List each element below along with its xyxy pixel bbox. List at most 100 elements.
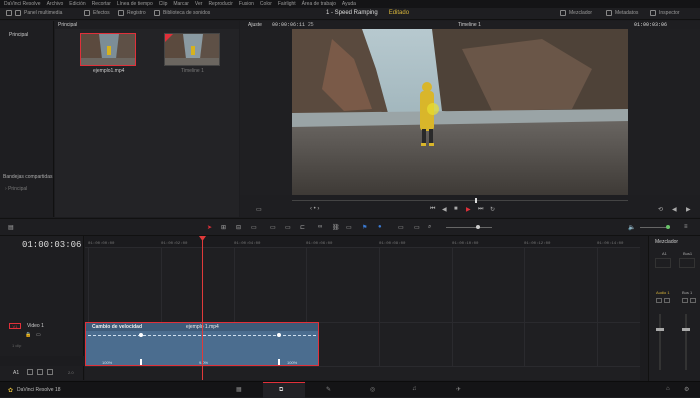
ripple-icon[interactable]: ▭ xyxy=(346,224,352,231)
playhead[interactable] xyxy=(202,236,203,380)
zoom-full-icon[interactable]: ▭ xyxy=(398,224,404,231)
menu-marcar[interactable]: Marcar xyxy=(173,1,189,7)
timeline-view-icon[interactable]: ▤ xyxy=(8,224,14,231)
ruler-tick-4: 01:00:08:00 xyxy=(379,242,406,246)
a1-solo-button[interactable] xyxy=(664,298,670,303)
menu-linea-tiempo[interactable]: Línea de tiempo xyxy=(117,1,153,7)
blade-tool-icon[interactable]: ⊟ xyxy=(236,224,241,231)
track-headers-panel: 01:00:03:06 V1 Video 1 🔒 ▭ 1 clip xyxy=(0,236,84,356)
marker-icon[interactable]: ● xyxy=(378,224,382,230)
viewer-zoom[interactable]: Ajuste xyxy=(248,22,262,28)
zoom-slider[interactable] xyxy=(446,227,492,228)
settings-icon[interactable]: ⚙ xyxy=(684,386,689,393)
edit-page-tab[interactable]: ⧉ xyxy=(263,382,305,398)
volume-handle[interactable] xyxy=(666,225,670,229)
link-icon[interactable]: ∞ xyxy=(318,224,322,230)
mixer-icon xyxy=(560,10,566,16)
fusion-page-icon[interactable]: ✎ xyxy=(326,386,331,393)
media-pool-button[interactable]: Panel multimedia xyxy=(6,10,62,16)
zoom-custom-icon[interactable]: ⌕ xyxy=(428,224,431,231)
next-frame-icon[interactable]: ▶ xyxy=(686,206,691,213)
menu-ver[interactable]: Ver xyxy=(195,1,203,7)
clip-thumbnail-1[interactable] xyxy=(80,33,136,66)
audio-solo-icon[interactable] xyxy=(37,369,43,375)
deliver-page-icon[interactable]: ✈ xyxy=(456,386,461,393)
scrubber-handle[interactable] xyxy=(475,198,477,203)
metadata-button[interactable]: Metadatos xyxy=(606,10,638,16)
menu-archivo[interactable]: Archivo xyxy=(47,1,64,7)
chain-icon[interactable]: ⛓ xyxy=(332,224,340,231)
play-icon[interactable]: ▶ xyxy=(466,206,471,213)
menu-recortar[interactable]: Recortar xyxy=(92,1,111,7)
effects-label: Efectos xyxy=(93,10,110,16)
viewer-area[interactable] xyxy=(240,29,700,195)
zoom-detail-icon[interactable]: ▭ xyxy=(414,224,420,231)
bus1-eq-icon[interactable] xyxy=(679,258,695,268)
speed-point-1[interactable] xyxy=(139,333,143,337)
menu-clip[interactable]: Clip xyxy=(159,1,168,7)
record-timecode: 01:00:03:06 xyxy=(634,22,668,28)
media-page-icon[interactable]: ▦ xyxy=(236,386,242,393)
replace-icon[interactable]: ▭ xyxy=(285,224,291,231)
track-enable-icon[interactable]: ▭ xyxy=(36,332,41,338)
reverse-play-icon[interactable]: ◀ xyxy=(442,206,447,213)
v1-badge[interactable]: V1 xyxy=(9,323,21,329)
track-lock-icon[interactable]: 🔒 xyxy=(25,332,31,338)
bus1-fader-track[interactable] xyxy=(685,314,687,370)
mixer-toggle-button[interactable]: Mezclador xyxy=(560,10,592,16)
a1-mute-button[interactable] xyxy=(656,298,662,303)
fairlight-page-icon[interactable]: ♫ xyxy=(412,386,417,392)
index-button[interactable]: Registro xyxy=(118,10,146,16)
audio-track-name[interactable]: A1 xyxy=(13,370,19,376)
bus1-solo-button[interactable] xyxy=(690,298,696,303)
go-to-start-icon[interactable]: ⏮ xyxy=(430,206,435,213)
timeline-toolbar: ▤ ➤ ⊞ ⊟ ▭ ▭ ▭ ⊏ ∞ ⛓ ▭ ⚑ ● ▭ ▭ ⌕ 🔈 ≡ xyxy=(0,218,700,236)
volume-icon[interactable]: 🔈 xyxy=(628,224,635,231)
video-track-name[interactable]: Video 1 xyxy=(27,323,44,329)
bin-principal[interactable]: Principal xyxy=(9,32,28,38)
sound-library-button[interactable]: Biblioteca de sonidos xyxy=(154,10,210,16)
speed-handle-2[interactable] xyxy=(278,359,280,365)
menu-reproducir[interactable]: Reproducir xyxy=(208,1,232,7)
speed-point-2[interactable] xyxy=(277,333,281,337)
viewer-options-icon[interactable]: ▭ xyxy=(256,206,262,213)
a1-eq-icon[interactable] xyxy=(655,258,671,268)
color-page-icon[interactable]: ◎ xyxy=(370,386,375,393)
match-frame-icon[interactable]: ⟲ xyxy=(658,206,663,213)
menu-ayuda[interactable]: Ayuda xyxy=(342,1,356,7)
a1-fader-handle[interactable] xyxy=(656,328,664,331)
timeline-thumbnail[interactable] xyxy=(164,33,220,66)
audio-mute-icon[interactable] xyxy=(47,369,53,375)
a1-fader-track[interactable] xyxy=(659,314,661,370)
prev-frame-icon[interactable]: ◀ xyxy=(672,206,677,213)
ruler-tick-5: 01:00:10:00 xyxy=(452,242,479,246)
go-to-end-icon[interactable]: ⏭ xyxy=(478,206,483,213)
insert-icon[interactable]: ▭ xyxy=(251,224,257,231)
effects-button[interactable]: Efectos xyxy=(84,10,110,16)
menu-area-trabajo[interactable]: Área de trabajo xyxy=(302,1,336,7)
menu-fusion[interactable]: Fusion xyxy=(239,1,254,7)
menu-fairlight[interactable]: Fairlight xyxy=(278,1,296,7)
zoom-slider-handle[interactable] xyxy=(476,225,480,229)
inspector-button[interactable]: Inspector xyxy=(650,10,680,16)
trim-tool-icon[interactable]: ⊞ xyxy=(221,224,226,231)
home-icon[interactable]: ⌂ xyxy=(666,386,670,392)
flag-icon[interactable]: ⚑ xyxy=(362,224,367,231)
selection-tool-icon[interactable]: ➤ xyxy=(207,224,212,231)
overwrite-icon[interactable]: ▭ xyxy=(270,224,276,231)
resolve-logo-icon: ✿ xyxy=(8,388,14,394)
bus1-fader-handle[interactable] xyxy=(682,328,690,331)
bus1-mute-button[interactable] xyxy=(682,298,688,303)
loop-icon[interactable]: ↻ xyxy=(490,206,495,213)
scrubber-track[interactable] xyxy=(292,200,628,201)
stop-icon[interactable]: ■ xyxy=(454,206,458,212)
speed-handle-1[interactable] xyxy=(140,359,142,365)
shared-bin-principal[interactable]: › Principal xyxy=(5,186,27,192)
audio-lock-icon[interactable] xyxy=(27,369,33,375)
menu-edicion[interactable]: Edición xyxy=(69,1,85,7)
menu-app[interactable]: DaVinci Resolve xyxy=(4,1,41,7)
timeline-options-icon[interactable]: ≡ xyxy=(684,224,688,230)
snap-icon[interactable]: ⊏ xyxy=(300,224,305,231)
ruler-tick-7: 01:00:14:00 xyxy=(597,242,624,246)
menu-color[interactable]: Color xyxy=(260,1,272,7)
